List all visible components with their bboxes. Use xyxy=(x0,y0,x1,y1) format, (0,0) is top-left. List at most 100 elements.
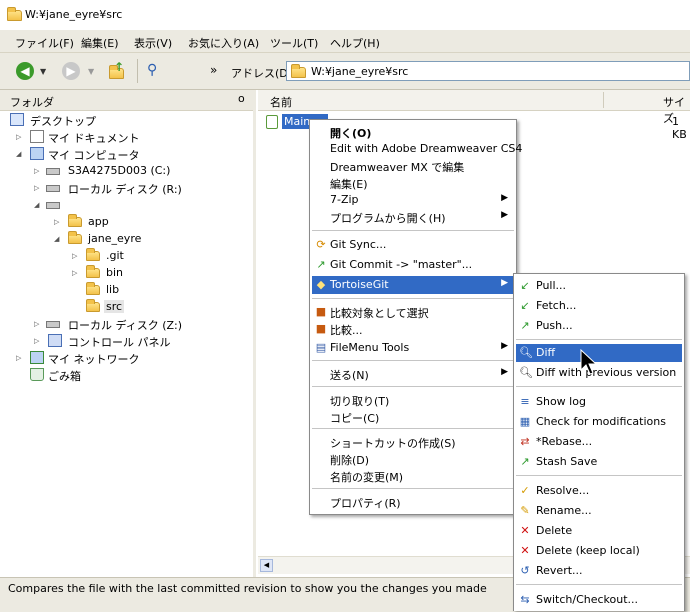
tree-item-recycle-bin[interactable]: ごみ箱 xyxy=(0,367,250,383)
submenu-item-delete-keep-local[interactable]: ✕ Delete (keep local) xyxy=(516,542,682,560)
search-icon[interactable]: ⚲ xyxy=(147,62,163,80)
delete-x-icon: ✕ xyxy=(520,524,530,537)
menu-item-copy[interactable]: コピー(C) xyxy=(312,408,514,426)
forward-arrow-icon[interactable]: ▶ xyxy=(62,62,80,80)
menu-item-create-shortcut[interactable]: ショートカットの作成(S) xyxy=(312,433,514,451)
folder-tree-pane: フォルダ o デスクトップ ▷ マイ ドキュメント ◢ マイ コンピュータ ▷ … xyxy=(0,90,256,577)
tree-item-jane-eyre[interactable]: ◢ jane_eyre xyxy=(0,231,250,247)
submenu-arrow-icon: ▶ xyxy=(501,341,508,351)
menu-item-select-compare[interactable]: ■ 比較対象として選択 xyxy=(312,303,514,321)
close-icon[interactable]: o xyxy=(238,92,245,105)
expand-icon[interactable]: ▷ xyxy=(16,354,21,362)
menu-favorites[interactable]: お気に入り(A) xyxy=(188,35,259,51)
collapse-icon[interactable]: ◢ xyxy=(54,235,59,243)
tree-item-drive-c[interactable]: ▷ S3A4275D003 (C:) xyxy=(0,163,250,179)
menu-item-compare[interactable]: ■ 比較... xyxy=(312,320,514,338)
expand-icon[interactable]: ▷ xyxy=(54,218,59,226)
column-header: 名前 サイズ xyxy=(258,90,690,125)
submenu-item-revert[interactable]: ↺ Revert... xyxy=(516,562,682,580)
tree-item-git[interactable]: ▷ .git xyxy=(0,248,250,264)
compare-icon: ■ xyxy=(315,322,327,335)
column-name[interactable]: 名前 xyxy=(270,94,292,110)
menu-item-edit-dreamweaver-cs4[interactable]: Edit with Adobe Dreamweaver CS4 xyxy=(312,140,522,158)
folder-pane-header: フォルダ o xyxy=(0,90,253,111)
menu-separator xyxy=(312,386,514,387)
toolbar-more-icon[interactable]: » xyxy=(210,63,217,77)
submenu-item-switch-checkout[interactable]: ⇆ Switch/Checkout... xyxy=(516,591,682,609)
tree-item-drive-z[interactable]: ▷ ローカル ディスク (Z:) xyxy=(0,316,250,332)
menu-item-send-to[interactable]: 送る(N) ▶ xyxy=(312,365,514,383)
tree-item-my-documents[interactable]: ▷ マイ ドキュメント xyxy=(0,129,250,145)
tree-item-desktop[interactable]: デスクトップ xyxy=(0,112,250,128)
menu-item-properties[interactable]: プロパティ(R) xyxy=(312,493,514,511)
expand-icon[interactable]: ▷ xyxy=(34,320,39,328)
menu-item-open-with[interactable]: プログラムから開く(H) ▶ xyxy=(312,208,514,226)
submenu-item-check-modifications[interactable]: ▦ Check for modifications xyxy=(516,413,682,431)
tortoisegit-submenu: ↙ Pull... ↙ Fetch... ↗ Push... 🔍︎ Diff 🔍︎ Dif… xyxy=(513,273,685,611)
menu-edit[interactable]: 編集(E) xyxy=(81,35,119,51)
tree-item-app[interactable]: ▷ app xyxy=(0,214,250,230)
tree-item-lib[interactable]: lib xyxy=(0,282,250,298)
tree-item-network-share[interactable]: ◢ xyxy=(0,197,250,213)
menu-item-filemenu-tools[interactable]: ▤ FileMenu Tools ▶ xyxy=(312,339,514,357)
column-separator[interactable] xyxy=(603,92,604,108)
submenu-item-stash-save[interactable]: ↗ Stash Save xyxy=(516,453,682,471)
menu-item-rename[interactable]: 名前の変更(M) xyxy=(312,467,514,485)
submenu-item-rename[interactable]: ✎ Rename... xyxy=(516,502,682,520)
menu-item-edit[interactable]: 編集(E) xyxy=(312,174,514,192)
menu-separator xyxy=(312,428,514,429)
collapse-icon[interactable]: ◢ xyxy=(34,201,39,209)
resolve-icon: ✓ xyxy=(520,484,530,497)
folder-pane-title: フォルダ xyxy=(10,96,54,109)
submenu-item-show-log[interactable]: ≡ Show log xyxy=(516,393,682,411)
forward-dropdown-icon[interactable]: ▼ xyxy=(88,67,94,76)
submenu-item-fetch[interactable]: ↙ Fetch... xyxy=(516,297,682,315)
menu-item-edit-dreamweaver-mx[interactable]: Dreamweaver MX で編集 xyxy=(312,157,514,175)
toolbar: ◀ ▼ ▶ ▼ ↑ ⚲ » アドレス(D) W:¥jane_eyre¥src xyxy=(0,53,690,90)
menu-item-cut[interactable]: 切り取り(T) xyxy=(312,391,514,409)
submenu-item-pull[interactable]: ↙ Pull... xyxy=(516,277,682,295)
address-input[interactable]: W:¥jane_eyre¥src xyxy=(286,61,690,81)
menu-item-open[interactable]: 開く(O) xyxy=(312,123,514,141)
status-text: Compares the file with the last committe… xyxy=(8,582,487,595)
tree-item-my-computer[interactable]: ◢ マイ コンピュータ xyxy=(0,146,250,162)
tree-item-control-panel[interactable]: ▷ コントロール パネル xyxy=(0,333,250,349)
expand-icon[interactable]: ▷ xyxy=(34,337,39,345)
tree-item-bin[interactable]: ▷ bin xyxy=(0,265,250,281)
menu-tools[interactable]: ツール(T) xyxy=(270,35,318,51)
submenu-arrow-icon: ▶ xyxy=(501,367,508,377)
submenu-item-push[interactable]: ↗ Push... xyxy=(516,317,682,335)
collapse-icon[interactable]: ◢ xyxy=(16,150,21,158)
network-icon xyxy=(30,351,44,364)
tree-item-my-network[interactable]: ▷ マイ ネットワーク xyxy=(0,350,250,366)
expand-icon[interactable]: ▷ xyxy=(72,252,77,260)
as-file-icon xyxy=(266,115,278,129)
tree-item-drive-r[interactable]: ▷ ローカル ディスク (R:) xyxy=(0,180,250,196)
menu-help[interactable]: ヘルプ(H) xyxy=(330,35,380,51)
expand-icon[interactable]: ▷ xyxy=(34,167,39,175)
menu-view[interactable]: 表示(V) xyxy=(134,35,172,51)
expand-icon[interactable]: ▷ xyxy=(16,133,21,141)
menu-item-git-sync[interactable]: ⟳ Git Sync... xyxy=(312,236,514,254)
submenu-arrow-icon: ▶ xyxy=(501,193,508,203)
expand-icon[interactable]: ▷ xyxy=(34,184,39,192)
submenu-item-resolve[interactable]: ✓ Resolve... xyxy=(516,482,682,500)
up-folder-icon[interactable]: ↑ xyxy=(108,60,126,80)
toolbar-separator xyxy=(137,59,138,83)
menu-file[interactable]: ファイル(F) xyxy=(15,35,74,51)
scroll-left-icon[interactable]: ◀ xyxy=(260,559,273,572)
check-modifications-icon: ▦ xyxy=(519,415,531,428)
expand-icon[interactable]: ▷ xyxy=(72,269,77,277)
submenu-item-rebase[interactable]: ⇄ *Rebase... xyxy=(516,433,682,451)
submenu-item-delete[interactable]: ✕ Delete xyxy=(516,522,682,540)
menu-item-tortoisegit[interactable]: ◆ TortoiseGit ▶ xyxy=(312,276,514,294)
back-dropdown-icon[interactable]: ▼ xyxy=(40,67,46,76)
back-arrow-icon[interactable]: ◀ xyxy=(16,62,34,80)
menu-separator xyxy=(312,360,514,361)
menu-item-7zip[interactable]: 7-Zip ▶ xyxy=(312,191,514,209)
menu-item-delete[interactable]: 削除(D) xyxy=(312,450,514,468)
drive-icon xyxy=(46,168,60,175)
menu-item-git-commit[interactable]: ↗ Git Commit -> "master"... xyxy=(312,256,514,274)
pull-icon: ↙ xyxy=(520,279,530,292)
tree-item-src[interactable]: src xyxy=(0,299,250,315)
